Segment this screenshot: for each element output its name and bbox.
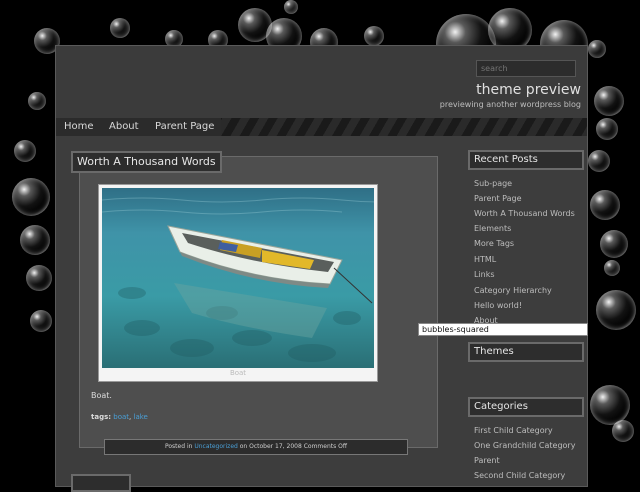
category-link[interactable]: Uncategorized xyxy=(194,443,237,450)
boat-photo[interactable] xyxy=(102,188,374,368)
bubble-decoration xyxy=(20,225,50,255)
bubble-decoration xyxy=(600,230,628,258)
post-title[interactable]: Worth A Thousand Words xyxy=(71,151,222,173)
bubble-decoration xyxy=(612,420,634,442)
site-description: previewing another wordpress blog xyxy=(439,100,581,109)
recent-post-link[interactable]: Links xyxy=(474,270,495,279)
recent-post-link[interactable]: Sub-page xyxy=(474,179,512,188)
search-input[interactable] xyxy=(476,60,576,77)
bubble-decoration xyxy=(12,178,50,216)
bubble-decoration xyxy=(588,40,606,58)
recent-post-link[interactable]: HTML xyxy=(474,255,496,264)
nav-item-about[interactable]: About xyxy=(109,121,139,132)
recent-post-link[interactable]: Elements xyxy=(474,224,511,233)
bubble-decoration xyxy=(110,18,130,38)
category-link[interactable]: Parent xyxy=(474,456,500,465)
post-body: Boat. xyxy=(91,391,112,400)
themes-select[interactable]: bubbles-squared xyxy=(418,323,588,336)
recent-post-link[interactable]: Category Hierarchy xyxy=(474,286,552,295)
bubble-decoration xyxy=(28,92,46,110)
bubble-decoration xyxy=(588,150,610,172)
meta-prefix: Posted in xyxy=(164,443,193,450)
recent-post-link[interactable]: Parent Page xyxy=(474,194,522,203)
comments-status: Comments Off xyxy=(303,443,347,450)
main-navigation: Home About Parent Page xyxy=(56,118,587,136)
nav-item-parent-page[interactable]: Parent Page xyxy=(155,121,214,132)
category-link[interactable]: Second Child Category xyxy=(474,471,565,480)
category-link[interactable]: One Grandchild Category xyxy=(474,441,575,450)
bubble-decoration xyxy=(590,190,620,220)
bubble-decoration xyxy=(284,0,298,14)
bubble-decoration xyxy=(596,118,618,140)
bubble-decoration xyxy=(26,265,52,291)
categories-title: Categories xyxy=(468,397,584,417)
post-tags: tags: boat, lake xyxy=(91,413,148,421)
recent-post-link[interactable]: Hello world! xyxy=(474,301,522,310)
bubble-decoration xyxy=(594,86,624,116)
post-meta: Posted in Uncategorized on October 17, 2… xyxy=(104,439,408,455)
site-title[interactable]: theme preview xyxy=(476,82,581,98)
tag-link-boat[interactable]: boat xyxy=(113,413,129,421)
recent-posts-title: Recent Posts xyxy=(468,150,584,170)
image-caption: Boat xyxy=(229,369,247,377)
bubble-decoration xyxy=(364,26,384,46)
site-header: theme preview previewing another wordpre… xyxy=(56,46,587,118)
bubble-decoration xyxy=(604,260,620,276)
post-date: on October 17, 2008 xyxy=(239,443,302,450)
tags-label: tags: xyxy=(91,413,112,421)
page-container: theme preview previewing another wordpre… xyxy=(55,45,588,492)
category-link[interactable]: First Child Category xyxy=(474,426,553,435)
recent-post-link[interactable]: More Tags xyxy=(474,239,514,248)
post-image-frame: Boat xyxy=(98,184,378,382)
bubble-decoration xyxy=(30,310,52,332)
nav-item-home[interactable]: Home xyxy=(64,121,94,132)
next-post-title xyxy=(71,474,131,492)
boat-image xyxy=(102,188,374,368)
bubble-decoration xyxy=(596,290,636,330)
recent-post-link[interactable]: Worth A Thousand Words xyxy=(474,209,575,218)
tag-link-lake[interactable]: lake xyxy=(134,413,148,421)
bubble-decoration xyxy=(14,140,36,162)
nav-bar: Home About Parent Page xyxy=(56,118,221,136)
themes-title: Themes xyxy=(468,342,584,362)
bubble-decoration xyxy=(590,385,630,425)
